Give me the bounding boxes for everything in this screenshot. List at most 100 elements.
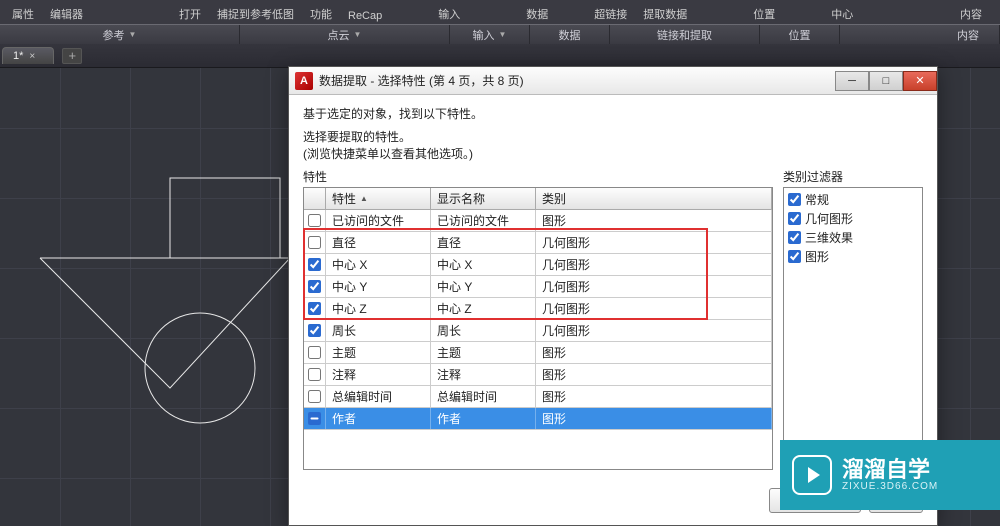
filter-list[interactable]: 常规几何图形三维效果图形 <box>783 187 923 470</box>
cell-category: 几何图形 <box>536 298 772 319</box>
cell-category: 几何图形 <box>536 232 772 253</box>
table-header: 特性▲ 显示名称 类别 <box>304 188 772 210</box>
row-checkbox[interactable] <box>308 214 321 227</box>
filter-item[interactable]: 常规 <box>786 190 920 209</box>
cell-property: 注释 <box>326 364 431 385</box>
maximize-button[interactable]: □ <box>869 71 903 91</box>
cell-property: 中心 Z <box>326 298 431 319</box>
cell-category: 几何图形 <box>536 276 772 297</box>
row-checkbox[interactable] <box>308 368 321 381</box>
ribbon-group[interactable]: 点云▼ <box>240 25 450 44</box>
header-category[interactable]: 类别 <box>536 188 772 209</box>
cell-displayname: 中心 Y <box>431 276 536 297</box>
cell-property: 总编辑时间 <box>326 386 431 407</box>
table-row[interactable]: 中心 Z中心 Z几何图形 <box>304 298 772 320</box>
filter-checkbox[interactable] <box>788 231 801 244</box>
dialog-text: 基于选定的对象，找到以下特性。 <box>303 105 923 122</box>
minimize-button[interactable]: ─ <box>835 71 869 91</box>
row-checkbox[interactable] <box>308 346 321 359</box>
ribbon-group[interactable]: 链接和提取 <box>610 25 760 44</box>
filter-checkbox[interactable] <box>788 212 801 225</box>
ribbon-label: 中心 <box>823 4 861 24</box>
ribbon-label: 超链接 <box>586 4 635 24</box>
table-row[interactable]: 作者作者图形 <box>304 408 772 430</box>
ribbon-label: 编辑器 <box>42 4 91 24</box>
ribbon-group[interactable]: 内容 <box>840 25 1000 44</box>
cell-displayname: 直径 <box>431 232 536 253</box>
row-checkbox[interactable] <box>308 302 321 315</box>
add-tab-button[interactable]: + <box>62 48 82 64</box>
cell-displayname: 作者 <box>431 408 536 429</box>
row-checkbox[interactable] <box>308 258 321 271</box>
panel-label: 特性 <box>303 168 773 185</box>
header-displayname[interactable]: 显示名称 <box>431 188 536 209</box>
dialog-titlebar[interactable]: A 数据提取 - 选择特性 (第 4 页，共 8 页) ─ □ ✕ <box>289 67 937 95</box>
cell-displayname: 周长 <box>431 320 536 341</box>
filter-checkbox[interactable] <box>788 250 801 263</box>
filter-item[interactable]: 三维效果 <box>786 228 920 247</box>
cell-displayname: 中心 X <box>431 254 536 275</box>
ribbon-group[interactable]: 输入▼ <box>450 25 530 44</box>
close-button[interactable]: ✕ <box>903 71 937 91</box>
table-row[interactable]: 注释注释图形 <box>304 364 772 386</box>
ribbon-group[interactable]: 参考▼ <box>0 25 240 44</box>
window-buttons: ─ □ ✕ <box>835 71 937 91</box>
filter-item[interactable]: 几何图形 <box>786 209 920 228</box>
table-body[interactable]: 已访问的文件已访问的文件图形直径直径几何图形中心 X中心 X几何图形中心 Y中心… <box>304 210 772 469</box>
table-row[interactable]: 周长周长几何图形 <box>304 320 772 342</box>
ribbon-label: 功能 <box>302 4 340 24</box>
ribbon-label: 数据 <box>518 4 556 24</box>
filter-label: 图形 <box>805 248 829 265</box>
badge-subtitle: ZIXUE.3D66.COM <box>842 481 938 492</box>
filter-label: 几何图形 <box>805 210 853 227</box>
close-icon[interactable]: × <box>29 51 35 62</box>
filter-checkbox[interactable] <box>788 193 801 206</box>
table-row[interactable]: 主题主题图形 <box>304 342 772 364</box>
chevron-down-icon: ▼ <box>354 30 362 39</box>
ribbon-label: 提取数据 <box>635 4 695 24</box>
table-row[interactable]: 直径直径几何图形 <box>304 232 772 254</box>
table-row[interactable]: 总编辑时间总编辑时间图形 <box>304 386 772 408</box>
drawing-shapes <box>20 168 300 433</box>
ribbon-group[interactable]: 数据 <box>530 25 610 44</box>
header-checkbox-col[interactable] <box>304 188 326 209</box>
header-property[interactable]: 特性▲ <box>326 188 431 209</box>
cell-category: 几何图形 <box>536 320 772 341</box>
cell-displayname: 总编辑时间 <box>431 386 536 407</box>
document-tab[interactable]: 1* × <box>2 47 54 64</box>
cell-category: 图形 <box>536 408 772 429</box>
row-checkbox[interactable] <box>308 390 321 403</box>
row-checkbox[interactable] <box>308 236 321 249</box>
filter-item[interactable]: 图形 <box>786 247 920 266</box>
chevron-down-icon: ▼ <box>499 30 507 39</box>
cell-property: 周长 <box>326 320 431 341</box>
table-row[interactable]: 已访问的文件已访问的文件图形 <box>304 210 772 232</box>
table-row[interactable]: 中心 X中心 X几何图形 <box>304 254 772 276</box>
chevron-down-icon: ▼ <box>129 30 137 39</box>
dialog-title: 数据提取 - 选择特性 (第 4 页，共 8 页) <box>319 72 524 89</box>
cell-property: 主题 <box>326 342 431 363</box>
row-checkbox[interactable] <box>308 412 321 425</box>
row-checkbox[interactable] <box>308 324 321 337</box>
properties-table: 特性▲ 显示名称 类别 已访问的文件已访问的文件图形直径直径几何图形中心 X中心… <box>303 187 773 470</box>
table-row[interactable]: 中心 Y中心 Y几何图形 <box>304 276 772 298</box>
cell-displayname: 中心 Z <box>431 298 536 319</box>
cell-displayname: 主题 <box>431 342 536 363</box>
ribbon-label: 内容 <box>952 4 990 24</box>
document-tabbar: 1* × + <box>0 44 1000 68</box>
ribbon-label: ReCap <box>340 8 390 24</box>
cell-category: 图形 <box>536 210 772 231</box>
cell-category: 图形 <box>536 386 772 407</box>
ribbon-group[interactable]: 位置 <box>760 25 840 44</box>
ribbon-label: 属性 <box>4 4 42 24</box>
filter-panel: 类别过滤器 常规几何图形三维效果图形 <box>783 168 923 470</box>
cell-category: 图形 <box>536 364 772 385</box>
panel-label: 类别过滤器 <box>783 168 923 185</box>
filter-label: 三维效果 <box>805 229 853 246</box>
properties-panel: 特性 特性▲ 显示名称 类别 已访问的文件已访问的文件图形直径直径几何图形中心 … <box>303 168 773 470</box>
row-checkbox[interactable] <box>308 280 321 293</box>
ribbon-groups: 参考▼ 点云▼ 输入▼ 数据 链接和提取 位置 内容 <box>0 24 1000 44</box>
filter-label: 常规 <box>805 191 829 208</box>
dialog-text: 选择要提取的特性。 <box>303 128 923 145</box>
dialog-text: (浏览快捷菜单以查看其他选项。) <box>303 145 923 162</box>
